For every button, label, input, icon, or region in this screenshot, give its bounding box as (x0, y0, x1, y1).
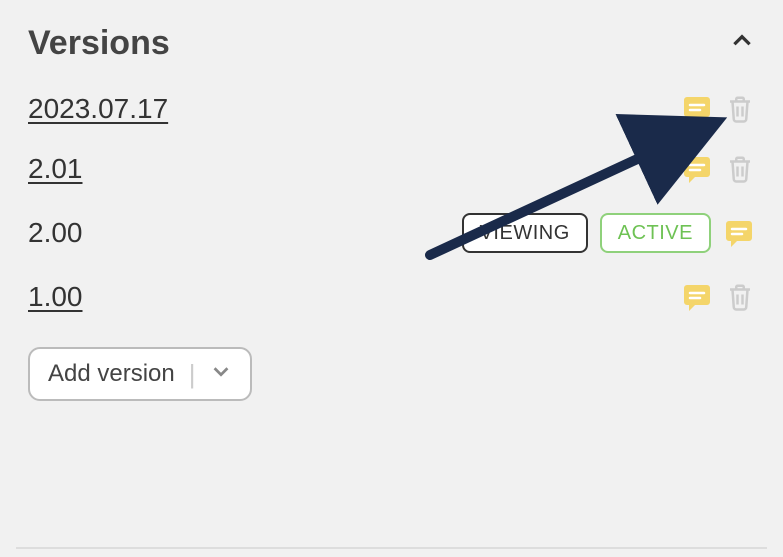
row-actions (681, 93, 755, 125)
versions-panel: Versions 2023.07.17 (0, 0, 783, 557)
panel-title: Versions (28, 24, 170, 63)
version-label: 2.00 (28, 217, 83, 249)
row-actions: VIEWING ACTIVE (462, 213, 755, 253)
comment-icon[interactable] (681, 281, 713, 313)
row-actions (681, 281, 755, 313)
add-version-button[interactable]: Add version | (28, 347, 252, 401)
add-version-label: Add version (48, 360, 175, 388)
version-label[interactable]: 2.01 (28, 153, 83, 185)
trash-icon[interactable] (725, 94, 755, 124)
version-label[interactable]: 2023.07.17 (28, 93, 168, 125)
panel-header: Versions (28, 24, 755, 63)
active-badge: ACTIVE (600, 213, 711, 253)
comment-icon[interactable] (723, 217, 755, 249)
version-label[interactable]: 1.00 (28, 281, 83, 313)
version-row: 2.01 (28, 139, 755, 199)
panel-bottom-divider (16, 547, 767, 549)
trash-icon[interactable] (725, 282, 755, 312)
viewing-badge: VIEWING (462, 213, 588, 253)
version-row: 1.00 (28, 267, 755, 327)
version-list: 2023.07.17 (28, 79, 755, 327)
version-row: 2023.07.17 (28, 79, 755, 139)
chevron-down-icon[interactable] (210, 360, 232, 389)
button-divider: | (189, 359, 196, 390)
collapse-chevron-up-icon[interactable] (729, 28, 755, 59)
trash-icon[interactable] (725, 154, 755, 184)
row-actions (681, 153, 755, 185)
version-row: 2.00 VIEWING ACTIVE (28, 199, 755, 267)
comment-icon[interactable] (681, 93, 713, 125)
comment-icon[interactable] (681, 153, 713, 185)
